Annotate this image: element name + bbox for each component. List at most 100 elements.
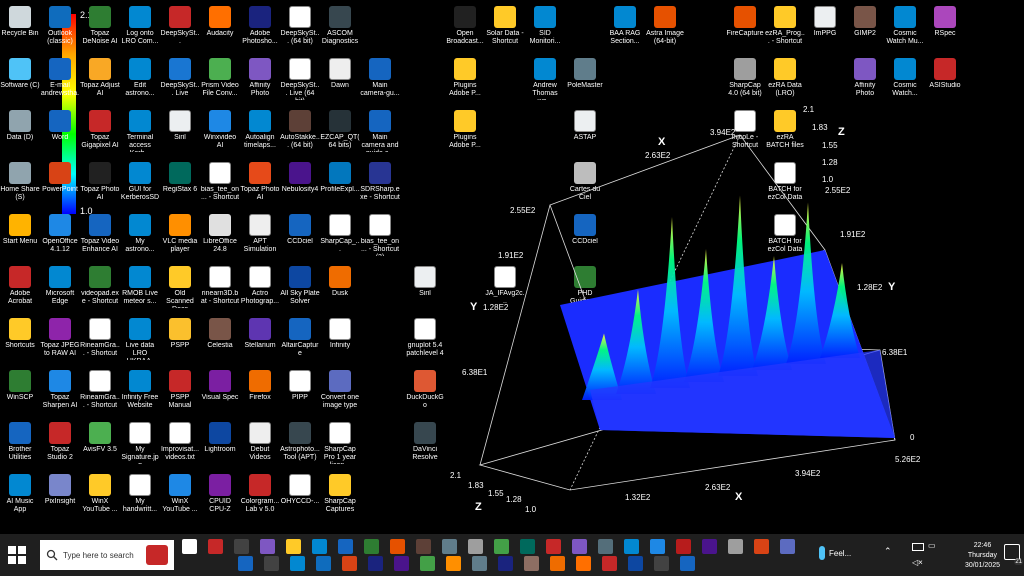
- desktop-icon[interactable]: ImPPG: [805, 4, 845, 62]
- desktop-icon[interactable]: PixInsight: [40, 472, 80, 530]
- desktop-icon[interactable]: Siril: [405, 264, 445, 322]
- desktop-icon[interactable]: Topaz Video Enhance AI: [80, 212, 120, 270]
- desktop-icon[interactable]: DeepSkySt... (64 bit): [280, 4, 320, 62]
- desktop-icon[interactable]: SDRSharp.exe - Shortcut: [360, 160, 400, 218]
- desktop-icon[interactable]: Astra Image (64-bit): [645, 4, 685, 62]
- desktop-icon[interactable]: CPUID CPU-Z: [200, 472, 240, 530]
- desktop-icon[interactable]: Convert one image type ...: [320, 368, 360, 426]
- desktop-icon[interactable]: Topaz Sharpen AI: [40, 368, 80, 426]
- desktop-icon[interactable]: Edit astrono...: [120, 56, 160, 114]
- desktop-icon[interactable]: Topaz Gigapixel AI: [80, 108, 120, 166]
- desktop-icon[interactable]: E-mail andrewstha...: [40, 56, 80, 114]
- desktop-icon[interactable]: Old Scanned Docs: [160, 264, 200, 322]
- volume-icon[interactable]: ◁×: [912, 558, 923, 567]
- notification-button[interactable]: 21: [1004, 544, 1023, 565]
- desktop-icon[interactable]: ASIStudio: [925, 56, 965, 114]
- premiere-icon[interactable]: [394, 556, 409, 571]
- desktop-icon[interactable]: Siril: [160, 108, 200, 166]
- desktop-icon[interactable]: Winxvideo AI: [200, 108, 240, 166]
- desktop-icon[interactable]: RMOB Live meteor s...: [120, 264, 160, 322]
- desktop-icon[interactable]: My astrono...: [120, 212, 160, 270]
- desktop-icon[interactable]: Software (C): [0, 56, 40, 114]
- desktop-icon[interactable]: Dawn: [320, 56, 360, 114]
- copilot-icon[interactable]: [260, 539, 275, 554]
- desktop-icon[interactable]: gnuplot 5.4 patchlevel 4: [405, 316, 445, 374]
- camera-icon[interactable]: [442, 539, 457, 554]
- desktop-icon[interactable]: GIMP2: [845, 4, 885, 62]
- desktop-icon[interactable]: Actro Photograp...: [240, 264, 280, 322]
- desktop-icon[interactable]: bias_tee_on... - Shortcut: [200, 160, 240, 218]
- desktop-icon[interactable]: Topaz Adjust AI: [80, 56, 120, 114]
- photos-icon[interactable]: [780, 539, 795, 554]
- desktop-icon[interactable]: Nebulosity4: [280, 160, 320, 218]
- battery-icon[interactable]: [912, 543, 924, 551]
- outlook-icon[interactable]: [316, 556, 331, 571]
- surface-plot-3d[interactable]: X X Y Y Z Z 2.63E2 3.94E2 1.32E2 2.63E2 …: [440, 100, 920, 520]
- gauge-icon[interactable]: [264, 556, 279, 571]
- desktop-icon[interactable]: Word: [40, 108, 80, 166]
- desktop-icon[interactable]: OHYCCD-...: [280, 472, 320, 530]
- desktop-icon[interactable]: AutoStakke... (64 bit): [280, 108, 320, 166]
- desktop-icon[interactable]: BAA RAG Section...: [605, 4, 645, 62]
- powerpoint-icon[interactable]: [342, 556, 357, 571]
- desktop-icon[interactable]: Affinity Photo: [240, 56, 280, 114]
- desktop-icon[interactable]: Colorgram... Lab v 5.0: [240, 472, 280, 530]
- desktop-icon[interactable]: WinX YouTube ...: [160, 472, 200, 530]
- desktop-icon[interactable]: RineamGra... - Shortcut: [80, 368, 120, 426]
- taskbar-search-box[interactable]: Type here to search: [40, 540, 174, 570]
- desktop-icon[interactable]: RSpec: [925, 4, 965, 62]
- desktop-icon[interactable]: DuckDuckGo: [405, 368, 445, 426]
- photoshop-icon[interactable]: [368, 556, 383, 571]
- desktop-icon[interactable]: Celestia: [200, 316, 240, 374]
- desktop-icon[interactable]: bias_tee_on... - Shortcut (2): [360, 212, 400, 270]
- desktop-icon[interactable]: Infinity: [320, 316, 360, 374]
- autostakkert-icon[interactable]: [416, 539, 431, 554]
- desktop-icon[interactable]: Lightroom: [200, 420, 240, 478]
- desktop-icon[interactable]: CCDciel: [280, 212, 320, 270]
- desktop-icon[interactable]: Data (D): [0, 108, 40, 166]
- desktop-icon[interactable]: Outlook (classic): [40, 4, 80, 62]
- orange-icon[interactable]: [576, 556, 591, 571]
- desktop-icon[interactable]: Dusk: [320, 264, 360, 322]
- red-app-icon[interactable]: [676, 539, 691, 554]
- task-view-icon[interactable]: [182, 539, 197, 554]
- desktop-icon[interactable]: AvisFV 3.5: [80, 420, 120, 478]
- desktop-icon[interactable]: OpenOffice 4.1.12: [40, 212, 80, 270]
- desktop-icon[interactable]: Main camera and guide c...: [360, 108, 400, 166]
- disk-icon[interactable]: [472, 556, 487, 571]
- affinity-icon[interactable]: [572, 539, 587, 554]
- desktop-icon[interactable]: RegiStax 6: [160, 160, 200, 218]
- desktop-icon[interactable]: Cosmic Watch Mu...: [885, 4, 925, 62]
- globe-icon[interactable]: [494, 539, 509, 554]
- firecapture-icon[interactable]: [390, 539, 405, 554]
- desktop-icon[interactable]: Stellarium: [240, 316, 280, 374]
- lightroom-icon[interactable]: [628, 556, 643, 571]
- desktop-icon[interactable]: Topaz Photo AI: [240, 160, 280, 218]
- desktop-icon[interactable]: My handwritt...: [120, 472, 160, 530]
- weather-widget[interactable]: Feel...: [819, 546, 851, 560]
- desktop-icon[interactable]: DeepSkySt... Live: [160, 56, 200, 114]
- desktop-icon[interactable]: Home Share (S): [0, 160, 40, 218]
- desktop-icon[interactable]: Topaz Studio 2: [40, 420, 80, 478]
- wrench-icon[interactable]: [754, 539, 769, 554]
- desktop-icon[interactable]: Solar Data - Shortcut: [485, 4, 525, 62]
- desktop-icon[interactable]: VLC media player: [160, 212, 200, 270]
- desktop-icon[interactable]: Topaz DeNoise AI: [80, 4, 120, 62]
- sharpcap-icon[interactable]: [468, 539, 483, 554]
- desktop-icon[interactable]: Start Menu: [0, 212, 40, 270]
- desktop-icon[interactable]: Visual Spec: [200, 368, 240, 426]
- desktop-icon[interactable]: Firefox: [240, 368, 280, 426]
- weather-icon[interactable]: [624, 539, 639, 554]
- monitor-icon[interactable]: [654, 556, 669, 571]
- excel-icon[interactable]: [364, 539, 379, 554]
- desktop-icon[interactable]: videopad.exe - Shortcut: [80, 264, 120, 322]
- desktop-icon[interactable]: Prism Video File Conv...: [200, 56, 240, 114]
- desktop-icon[interactable]: Improvisat... videos.txt: [160, 420, 200, 478]
- desktop-icon[interactable]: Autoalign timelaps...: [240, 108, 280, 166]
- desktop-icon[interactable]: Infinity Free Website: [120, 368, 160, 426]
- desktop-icon[interactable]: ezRA_Prog... - Shortcut: [765, 4, 805, 62]
- app-icon[interactable]: [546, 539, 561, 554]
- desktop-icon[interactable]: AI Music App: [0, 472, 40, 530]
- desktop-icon[interactable]: PIPP: [280, 368, 320, 426]
- desktop-icon[interactable]: GUI for KerberosSD...: [120, 160, 160, 218]
